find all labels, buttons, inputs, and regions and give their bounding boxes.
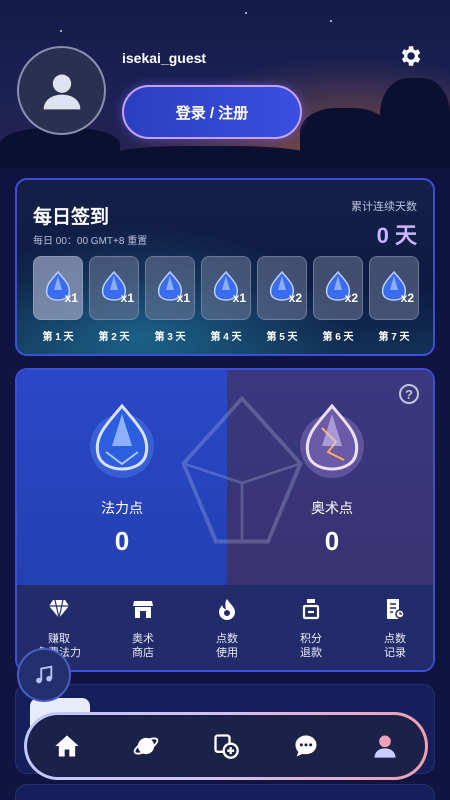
- checkin-day[interactable]: x2 第 5 天: [257, 256, 307, 343]
- streak-label: 累计连续天数: [351, 201, 417, 213]
- reward-multiplier: x1: [120, 291, 134, 305]
- streak-value: 0 天: [376, 223, 417, 248]
- checkin-days: x1 第 1 天 x1 第 2 天 x1 第 3 天 x1 第 4 天 x2 第…: [33, 256, 419, 343]
- arcane-points-value: 0: [324, 526, 340, 556]
- day-label: 第 5 天: [266, 332, 298, 343]
- checkin-reset-note: 每日 00：00 GMT+8 重置: [33, 236, 148, 247]
- reward-multiplier: x2: [288, 291, 302, 305]
- refund-icon: [302, 599, 320, 620]
- record-icon: [387, 599, 405, 619]
- day-label: 第 7 天: [378, 332, 410, 343]
- day-label: 第 1 天: [42, 332, 74, 343]
- checkin-day[interactable]: x2 第 7 天: [369, 256, 419, 343]
- daily-checkin-card: 每日签到 每日 00：00 GMT+8 重置 累计连续天数 0 天 x1 第 1…: [15, 178, 435, 356]
- username: isekai_guest: [122, 50, 207, 66]
- nav-profile[interactable]: [365, 726, 405, 766]
- mana-points-label: 法力点: [101, 500, 143, 516]
- arcane-points-label: 奥术点: [311, 500, 353, 516]
- day-label: 第 6 天: [322, 332, 354, 343]
- nav-home[interactable]: [47, 726, 87, 766]
- day-label: 第 4 天: [210, 332, 242, 343]
- chat-icon: [295, 735, 317, 757]
- avatar[interactable]: [17, 46, 106, 135]
- checkin-day[interactable]: x1 第 1 天: [33, 256, 83, 343]
- reward-multiplier: x2: [344, 291, 358, 305]
- points-record-button[interactable]: 点数 记录: [353, 585, 433, 670]
- checkin-title: 每日签到: [33, 207, 110, 228]
- nav-create[interactable]: [206, 726, 246, 766]
- nav-chat[interactable]: [286, 726, 326, 766]
- points-refund-button[interactable]: 积分 退款: [269, 585, 353, 670]
- checkin-day[interactable]: x1 第 2 天: [89, 256, 139, 343]
- reward-multiplier: x1: [232, 291, 246, 305]
- mana-points-value: 0: [114, 526, 130, 556]
- day-label: 第 2 天: [98, 332, 130, 343]
- music-note-icon: [36, 665, 53, 684]
- nav-explore[interactable]: [126, 726, 166, 766]
- help-icon[interactable]: ?: [399, 384, 419, 404]
- user-avatar-icon: [43, 74, 80, 109]
- points-usage-button[interactable]: 点数 使用: [185, 585, 269, 670]
- gem-icon: [49, 599, 69, 619]
- add-cards-icon: [214, 734, 239, 759]
- content-card[interactable]: [15, 784, 435, 800]
- arcane-shop-button[interactable]: 奥术 商店: [101, 585, 185, 670]
- profile-icon: [374, 735, 396, 758]
- shop-icon: [133, 601, 153, 618]
- bottom-navigation: [24, 712, 428, 780]
- planet-icon: [134, 737, 159, 755]
- checkin-day[interactable]: x1 第 3 天: [145, 256, 195, 343]
- checkin-day[interactable]: x1 第 4 天: [201, 256, 251, 343]
- reward-multiplier: x2: [400, 291, 414, 305]
- reward-multiplier: x1: [176, 291, 190, 305]
- points-card: ? 法力点 0 奥术点 0 赚取 免费法力 奥术 商店 点数 使用: [15, 368, 435, 672]
- arcane-crystal-icon: [300, 403, 364, 478]
- points-actions: 赚取 免费法力 奥术 商店 点数 使用 积分 退款 点数 记录: [17, 585, 433, 670]
- reward-multiplier: x1: [64, 291, 78, 305]
- home-icon: [55, 735, 79, 757]
- mana-crystal-icon: [90, 403, 154, 478]
- music-button[interactable]: [17, 648, 71, 702]
- checkin-day[interactable]: x2 第 6 天: [313, 256, 363, 343]
- flame-icon: [219, 599, 235, 620]
- login-register-button[interactable]: 登录 / 注册: [122, 85, 302, 139]
- gear-icon[interactable]: [397, 43, 423, 69]
- day-label: 第 3 天: [154, 332, 186, 343]
